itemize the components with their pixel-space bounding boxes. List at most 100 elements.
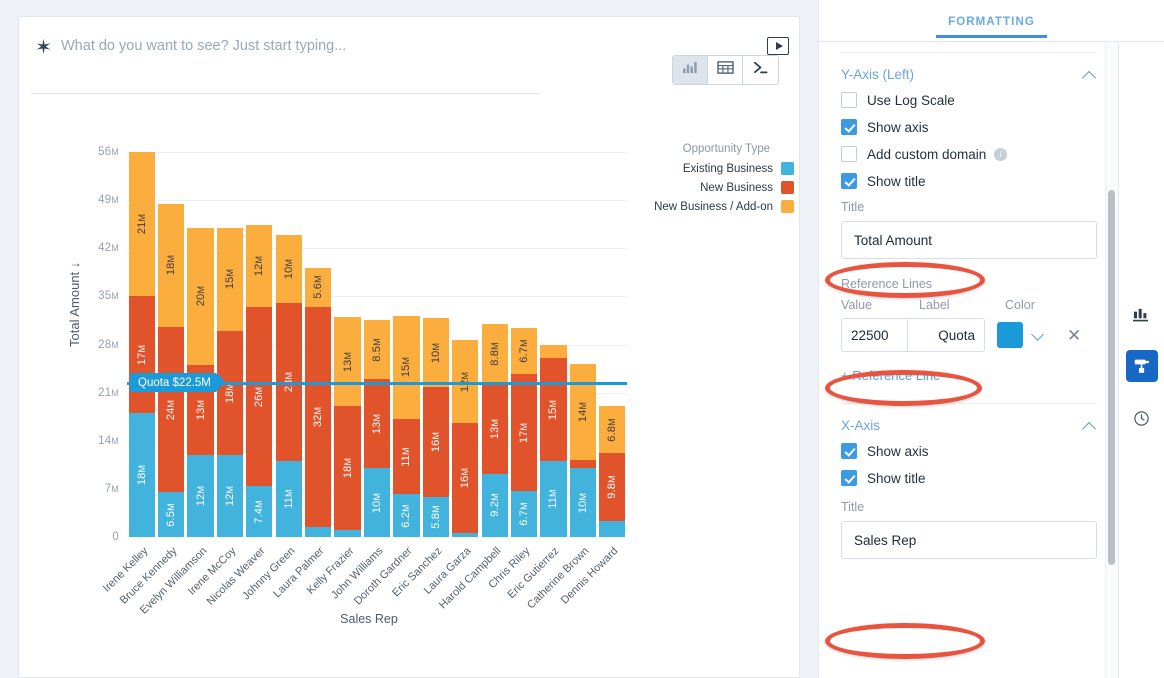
legend-swatch[interactable] [781,162,794,175]
bar-segment[interactable]: 10M [363,468,391,537]
bar-segment[interactable]: 12M [216,454,244,537]
bar-segment[interactable]: 18M [334,406,361,531]
checkbox-box[interactable] [841,92,857,108]
checkbox-y-show-axis[interactable]: Show axis [841,119,1097,135]
checkbox-y-show-title[interactable]: Show title [841,173,1097,189]
bar-segment[interactable]: 9.2M [481,473,508,537]
bar-segment[interactable]: 32M [305,306,332,527]
bar-segment[interactable]: 12M [246,224,273,308]
checkbox-use-log-scale[interactable]: Use Log Scale [841,92,1097,108]
x-axis-title-input[interactable]: Sales Rep [841,521,1097,559]
section-header-y-axis[interactable]: Y-Axis (Left) [841,59,1097,92]
checkbox-box[interactable] [841,146,857,162]
info-icon[interactable]: i [994,147,1008,161]
bar-segment[interactable]: 17M [128,296,155,414]
bar-stack[interactable]: 6.2M 11M 15M [393,315,420,537]
reference-value-input[interactable]: 22500 [841,318,907,352]
bar-segment[interactable] [540,344,567,359]
bar-segment[interactable]: 7.4M [246,486,273,537]
bar-stack[interactable]: 7.4M 26M 12M [246,224,273,537]
bar-segment[interactable]: 11M [393,418,420,495]
bar-segment[interactable]: 5.8M [422,497,449,537]
bar-segment[interactable]: 6.2M [393,494,420,537]
bar-stack[interactable]: 6.5M 24M 18M [158,203,185,537]
bar-segment[interactable]: 14M [569,363,596,460]
search-input[interactable] [61,27,767,65]
legend-swatch[interactable] [781,181,794,194]
bar-segment[interactable]: 24M [158,327,185,493]
bar-segment[interactable]: 18M [158,203,185,328]
bar-stack[interactable]: 10M 13M 8.5M [363,320,391,537]
bar-segment[interactable]: 8.5M [363,320,391,379]
bar-segment[interactable]: 13M [363,378,391,469]
bar-segment[interactable]: 20M [187,227,214,366]
bar-segment[interactable]: 10M [569,468,596,537]
bar-stack[interactable]: 18M 13M [334,317,361,537]
reference-label-input[interactable]: Quota [907,318,985,352]
run-query-button[interactable] [767,37,789,55]
bar-segment[interactable] [569,460,596,469]
bar-stack[interactable]: 10M 14M [569,363,596,537]
bar-segment[interactable]: 8.8M [481,323,508,385]
sql-view-button[interactable] [743,56,778,84]
bar-segment[interactable]: 13M [334,317,361,407]
bar-segment[interactable]: 6.5M [158,492,185,537]
bar-segment[interactable]: 11M [540,461,567,537]
history-clock-icon[interactable] [1126,402,1158,434]
bar-segment[interactable]: 5.6M [305,268,332,307]
tab-formatting[interactable]: FORMATTING [936,4,1047,38]
checkbox-box[interactable] [841,173,857,189]
bar-segment[interactable] [334,530,361,537]
checkbox-box[interactable] [841,470,857,486]
bar-segment[interactable]: 16M [452,422,479,533]
bar-stack[interactable]: 9.2M 13M 8.8M [481,323,508,537]
bar-segment[interactable]: 15M [540,358,567,462]
bar-segment[interactable]: 6.7M [510,490,538,537]
bar-stack[interactable]: 6.7M 17M 6.7M [510,328,538,537]
chart-view-button[interactable] [673,56,708,84]
legend-item[interactable]: New Business [619,181,794,194]
chevron-up-icon[interactable] [1083,68,1097,82]
legend-swatch[interactable] [781,200,794,213]
bar-stack[interactable]: 32M 5.6M [305,268,332,537]
reference-color-swatch[interactable] [997,322,1023,348]
legend-item[interactable]: Existing Business [619,162,794,175]
chevron-up-icon[interactable] [1083,419,1097,433]
bar-segment[interactable] [305,526,332,537]
bar-stack[interactable]: 18M 17M 21M [128,152,155,537]
bar-segment[interactable]: 15M [216,227,244,331]
bar-segment[interactable]: 11M [275,461,302,537]
checkbox-box[interactable] [841,443,857,459]
checkbox-box[interactable] [841,119,857,135]
bar-segment[interactable] [452,532,479,537]
table-view-button[interactable] [708,56,743,84]
panel-scrollbar-thumb[interactable] [1108,190,1115,565]
bar-segment[interactable]: 18M [128,413,155,537]
bar-segment[interactable]: 6.8M [599,406,626,454]
checkbox-x-show-axis[interactable]: Show axis [841,443,1097,459]
chevron-down-icon[interactable] [1031,328,1045,342]
bar-stack[interactable]: 11M 15M [540,344,567,537]
bar-segment[interactable]: 16M [422,387,449,498]
bar-stack[interactable]: 5.8M 16M 10M [422,318,449,537]
bar-stack[interactable]: 9.8M 6.8M [599,406,626,537]
bar-segment[interactable]: 17M [510,374,538,491]
bar-segment[interactable]: 6.7M [510,328,538,375]
bar-segment[interactable]: 18M [216,330,244,455]
bar-segment[interactable]: 9.8M [599,453,626,521]
bar-segment[interactable]: 15M [393,315,420,419]
bar-stack[interactable]: 16M 12M [452,340,479,537]
checkbox-x-show-title[interactable]: Show title [841,470,1097,486]
add-reference-line-link[interactable]: + Reference Line [841,368,1097,383]
paint-roller-icon[interactable] [1125,350,1158,382]
section-header-x-axis[interactable]: X-Axis [841,410,1097,443]
close-x-icon[interactable]: ✕ [1067,327,1081,344]
bar-segment[interactable]: 12M [187,454,214,537]
bar-segment[interactable]: 13M [481,384,508,474]
bar-segment[interactable]: 26M [246,307,273,487]
bar-segment[interactable]: 10M [275,234,302,304]
y-axis-title-input[interactable]: Total Amount [841,221,1097,259]
bar-segment[interactable]: 10M [422,318,449,388]
bar-segment[interactable] [599,520,626,537]
bar-segment[interactable]: 21M [128,152,155,297]
